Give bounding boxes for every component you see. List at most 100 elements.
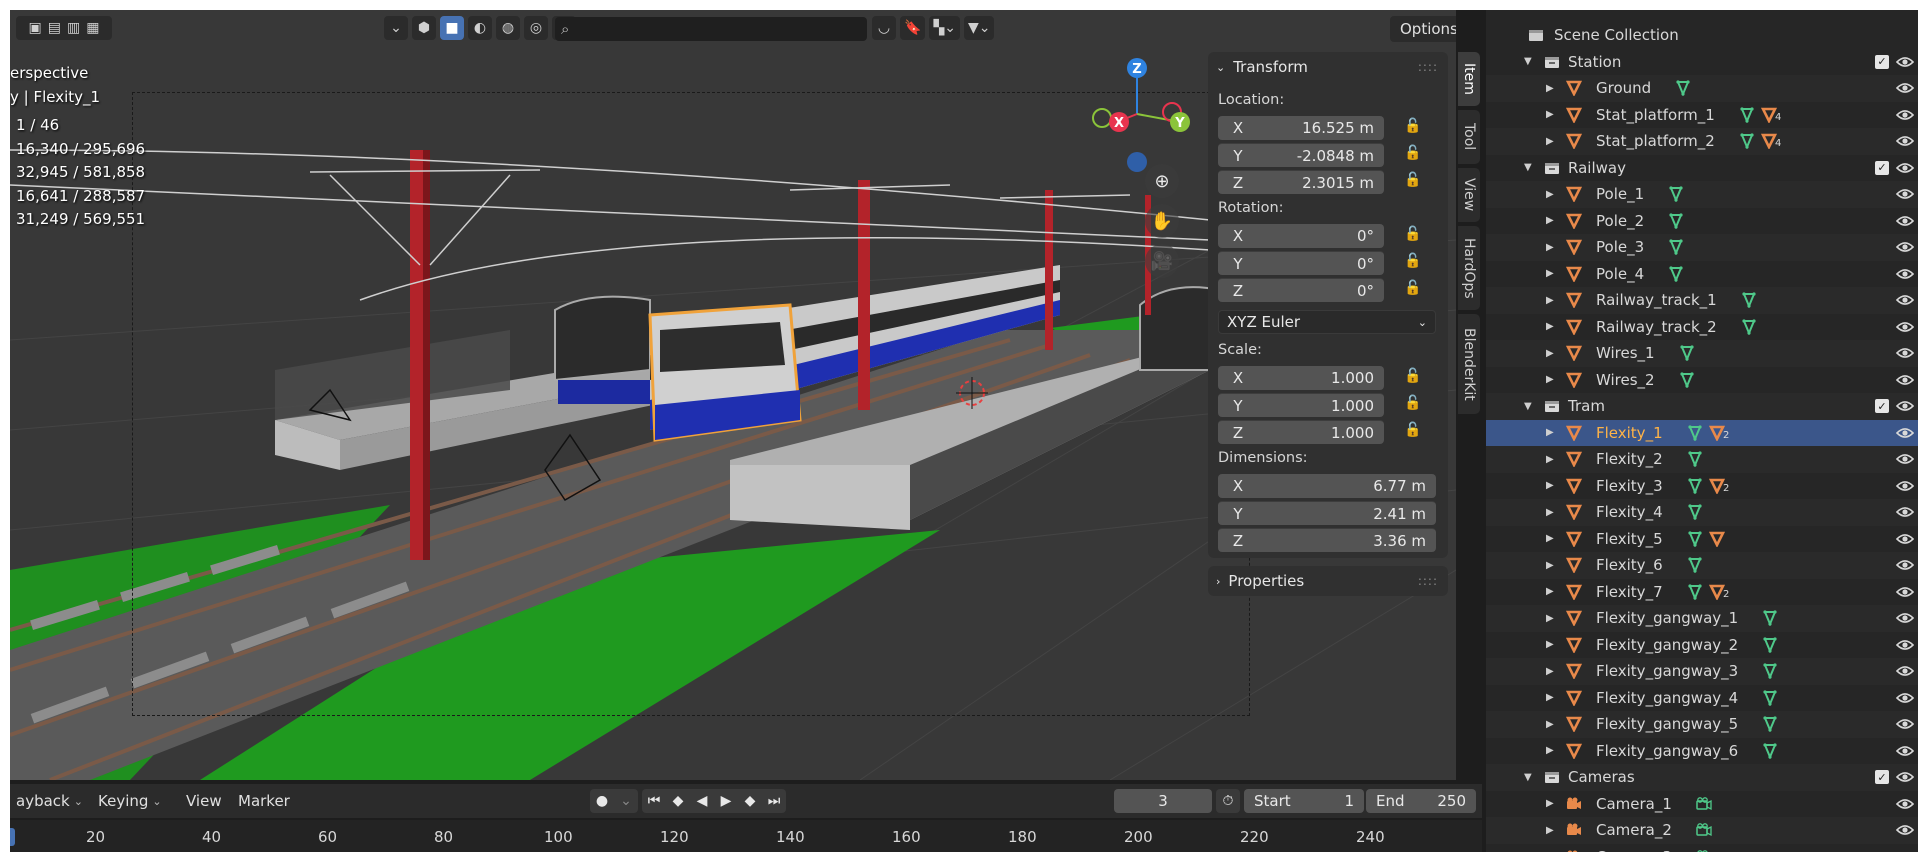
properties-header[interactable]: › Properties :::: [1208,566,1448,596]
outliner-item[interactable]: ▶ Flexity_gangway_1 [1486,605,1918,632]
select-extend-icon[interactable]: ▤ [48,20,61,36]
outliner-item[interactable]: ▶ Camera_2 [1486,817,1918,844]
eye-visibility-icon[interactable] [1895,770,1915,784]
end-frame-field[interactable]: End 250 [1366,789,1476,813]
shading-solid-icon[interactable]: ■ [440,16,464,40]
dimensions-y-field[interactable]: Y 2.41 m [1218,501,1436,525]
shading-material-icon[interactable]: ◐ [468,16,492,40]
modifier-icon[interactable]: 4 [1761,107,1781,123]
expand-right-icon[interactable]: ▶ [1546,242,1554,253]
tab-hardops[interactable]: HardOps [1458,226,1480,310]
view-menu[interactable]: View [180,789,228,813]
modifier-icon[interactable]: 2 [1709,478,1729,494]
expand-right-icon[interactable]: ▶ [1546,639,1554,650]
outliner-collection-row[interactable]: ▼ Cameras ✓ [1486,764,1918,791]
eye-visibility-icon[interactable] [1895,426,1915,440]
playback-menu[interactable]: ayback ⌄ [10,789,89,813]
expand-right-icon[interactable]: ▶ [1546,507,1554,518]
eye-visibility-icon[interactable] [1895,558,1915,572]
scale-y-field[interactable]: Y 1.000 [1218,393,1384,417]
record-icon[interactable]: ● [590,789,614,813]
jump-start-icon[interactable]: ⏮ [642,789,666,813]
navigation-gizmo[interactable]: Z X Y [1072,54,1202,174]
rotation-z-field[interactable]: Z 0° [1218,278,1384,302]
outliner-item[interactable]: ▶ Flexity_1 2 [1486,419,1918,446]
overlays-icon[interactable]: ⬢ [412,16,436,40]
lock-icon[interactable]: 🔓 [1404,395,1426,415]
drag-handle-icon[interactable]: :::: [1418,60,1438,74]
eye-visibility-icon[interactable] [1895,399,1915,413]
rotation-mode-select[interactable]: XYZ Euler ⌄ [1218,310,1436,334]
outliner-item[interactable]: ▶ Flexity_6 [1486,552,1918,579]
stopwatch-icon[interactable]: ⏱ [1216,789,1240,813]
mesh-data-icon[interactable] [1741,319,1757,336]
tab-item[interactable]: Item [1458,52,1480,106]
filter-icon[interactable]: ▼⌄ [963,16,995,40]
eye-visibility-icon[interactable] [1895,452,1915,466]
tab-tool[interactable]: Tool [1458,110,1480,164]
eye-visibility-icon[interactable] [1895,267,1915,281]
outliner-item[interactable]: ▶ Flexity_gangway_3 [1486,658,1918,685]
shading-rendered-icon[interactable]: ◍ [496,16,520,40]
chevron-down-icon[interactable]: ⌄ [384,16,408,40]
timeline-ruler[interactable]: 20 40 60 80 100 120 140 160 180 200 220 … [10,820,1482,852]
expand-right-icon[interactable]: ▶ [1546,454,1554,465]
expand-right-icon[interactable]: ▶ [1546,692,1554,703]
eye-visibility-icon[interactable] [1895,108,1915,122]
mesh-data-icon[interactable] [1687,531,1703,548]
search-input[interactable] [575,20,836,38]
expand-right-icon[interactable]: ▶ [1546,666,1554,677]
mesh-data-icon[interactable] [1741,292,1757,309]
exclude-checkbox[interactable]: ✓ [1875,54,1889,69]
snap-icon[interactable]: ◡ [872,16,896,40]
outliner-item[interactable]: ▶ Flexity_2 [1486,446,1918,473]
exclude-checkbox[interactable]: ✓ [1875,160,1889,175]
drag-handle-icon[interactable]: :::: [1418,574,1438,588]
expand-right-icon[interactable]: ▶ [1546,586,1554,597]
scene-collection-row[interactable]: Scene Collection [1486,22,1918,48]
expand-down-icon[interactable]: ▼ [1524,772,1532,783]
prev-keyframe-icon[interactable]: ◆ [666,789,690,813]
lock-icon[interactable]: 🔓 [1404,368,1426,388]
current-frame-field[interactable]: 3 [1114,789,1212,813]
hand-pan-icon[interactable]: ✋ [1145,204,1179,238]
expand-right-icon[interactable]: ▶ [1546,374,1554,385]
keying-menu[interactable]: Keying ⌄ [92,789,168,813]
search-field[interactable]: ⌕ [555,17,867,41]
expand-right-icon[interactable]: ▶ [1546,719,1554,730]
next-keyframe-icon[interactable]: ◆ [738,789,762,813]
exclude-checkbox[interactable]: ✓ [1875,770,1889,785]
expand-right-icon[interactable]: ▶ [1546,745,1554,756]
modifier-icon[interactable]: 2 [1709,425,1729,441]
marker-menu[interactable]: Marker [232,789,296,813]
outliner-item[interactable]: ▶ Pole_1 [1486,181,1918,208]
outliner-item[interactable]: ▶ Railway_track_2 [1486,314,1918,341]
modifier-icon[interactable]: 2 [1709,584,1729,600]
expand-down-icon[interactable]: ▼ [1524,162,1532,173]
mesh-data-icon[interactable] [1679,345,1695,362]
outliner-item[interactable]: ▶ Flexity_3 2 [1486,473,1918,500]
bookmark-icon[interactable]: 🔖 [900,16,926,40]
eye-visibility-icon[interactable] [1895,691,1915,705]
mesh-data-icon[interactable] [1762,663,1778,680]
camera-data-icon[interactable] [1696,796,1712,812]
outliner-item[interactable]: ▶ Flexity_gangway_4 [1486,685,1918,712]
expand-right-icon[interactable]: ▶ [1546,533,1554,544]
mesh-data-icon[interactable] [1739,107,1755,124]
eye-visibility-icon[interactable] [1895,797,1915,811]
start-frame-field[interactable]: Start 1 [1244,789,1364,813]
eye-visibility-icon[interactable] [1895,240,1915,254]
eye-visibility-icon[interactable] [1895,320,1915,334]
mesh-data-icon[interactable] [1668,266,1684,283]
expand-right-icon[interactable]: ▶ [1546,189,1554,200]
camera-data-icon[interactable] [1696,822,1712,838]
lock-icon[interactable]: 🔓 [1404,226,1426,246]
mesh-data-icon[interactable] [1687,504,1703,521]
outliner-collection-row[interactable]: ▼ Tram ✓ [1486,393,1918,420]
eye-visibility-icon[interactable] [1895,293,1915,307]
expand-right-icon[interactable]: ▶ [1546,798,1554,809]
eye-visibility-icon[interactable] [1895,214,1915,228]
mesh-data-icon[interactable] [1675,80,1691,97]
outliner-item[interactable]: ▶ Camera_1 [1486,791,1918,818]
expand-right-icon[interactable]: ▶ [1546,560,1554,571]
